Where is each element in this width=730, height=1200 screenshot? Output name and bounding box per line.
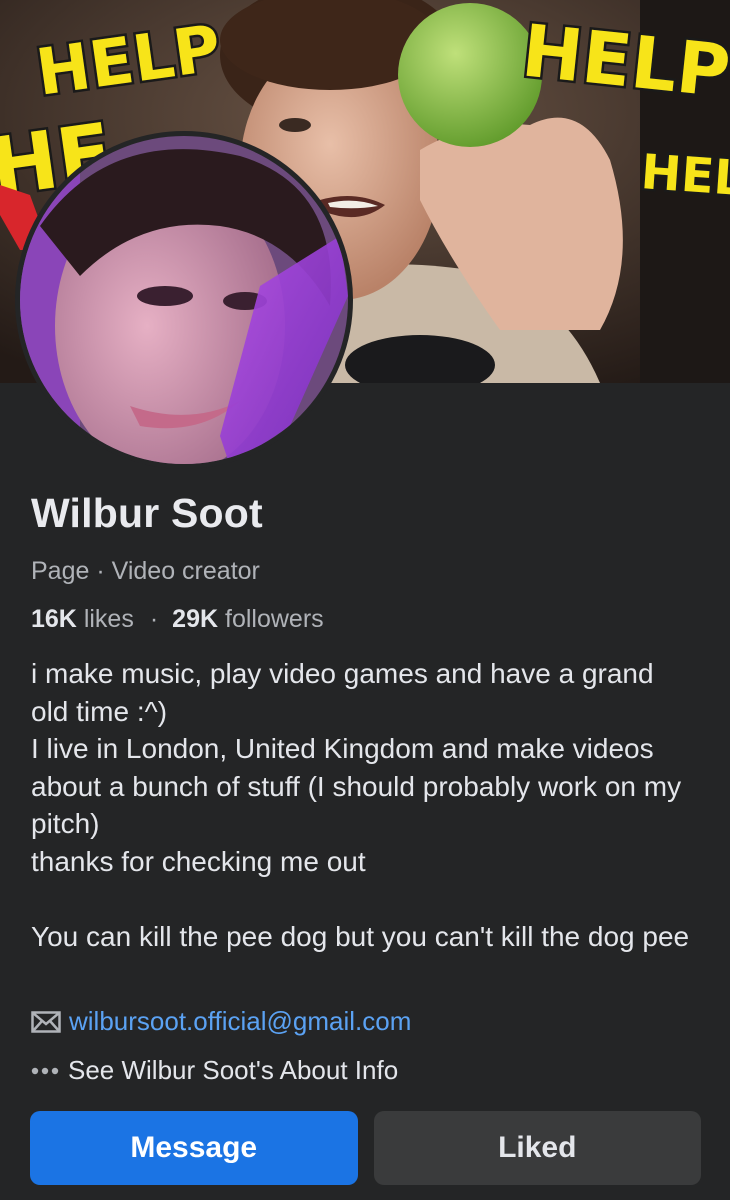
svg-text:HELP: HELP [639,144,730,210]
category-label: Video creator [111,557,260,585]
more-dots-icon [31,1067,59,1074]
category-separator: · [96,557,105,585]
message-button[interactable]: Message [30,1111,358,1185]
category-prefix: Page [31,557,90,585]
about-info-row[interactable]: See Wilbur Soot's About Info [31,1055,398,1086]
page-name: Wilbur Soot [31,490,263,536]
likes-count: 16K [31,605,77,633]
followers-count: 29K [172,605,219,633]
page-category: Page · Video creator [31,557,260,586]
stats-separator: · [149,605,159,633]
likes-label: likes [83,605,134,633]
avatar-image [20,136,348,464]
page-bio: i make music, play video games and have … [31,658,690,952]
page-stats: 16K likes · 29K followers [31,605,324,634]
profile-avatar[interactable] [15,131,353,469]
envelope-icon [31,1010,61,1033]
liked-button[interactable]: Liked [373,1111,701,1185]
followers-label: followers [225,605,324,633]
action-buttons: Message Liked [30,1111,701,1185]
about-info-link[interactable]: See Wilbur Soot's About Info [68,1055,398,1086]
email-row[interactable]: wilbursoot.official@gmail.com [31,1006,411,1037]
email-link[interactable]: wilbursoot.official@gmail.com [69,1006,411,1037]
